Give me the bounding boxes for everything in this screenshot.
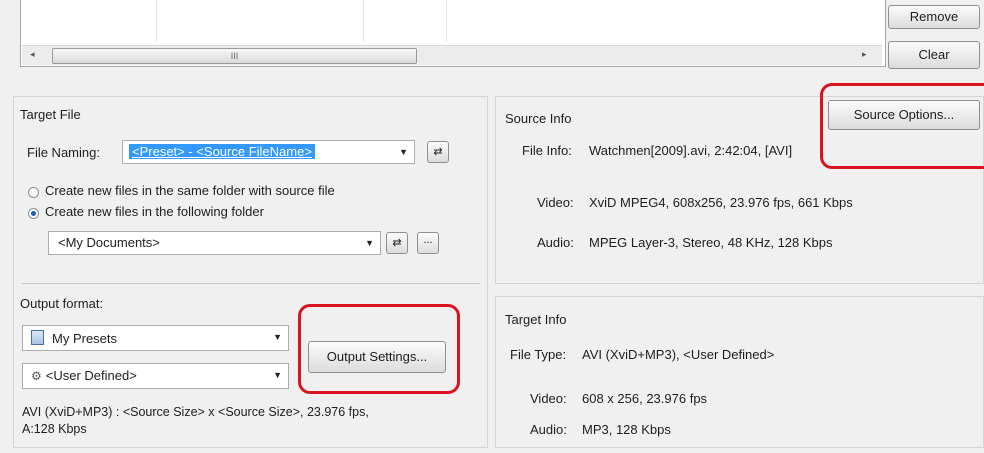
source-video-value: XviD MPEG4, 608x256, 23.976 fps, 661 Kbp… [589, 195, 853, 210]
list-column-divider [156, 0, 157, 42]
target-info-panel [495, 296, 984, 448]
file-type-value: AVI (XviD+MP3), <User Defined> [582, 347, 775, 362]
profile-icon: ⚙ [31, 369, 42, 383]
file-naming-label: File Naming: [27, 145, 100, 160]
output-summary-line1: AVI (XviD+MP3) : <Source Size> x <Source… [22, 405, 369, 419]
swap-icon[interactable]: ⇄ [427, 141, 449, 163]
radio-following-folder[interactable] [28, 208, 39, 219]
chevron-down-icon: ▼ [273, 370, 282, 380]
scroll-left-icon[interactable]: ◂ [30, 49, 35, 60]
chevron-down-icon: ▼ [273, 332, 282, 342]
radio-same-folder[interactable] [28, 187, 39, 198]
list-column-divider [446, 0, 447, 42]
target-audio-label: Audio: [530, 422, 567, 437]
target-video-label: Video: [530, 391, 567, 406]
profile-value: <User Defined> [45, 368, 137, 383]
browse-button[interactable]: ... [417, 232, 439, 254]
target-info-title: Target Info [505, 312, 567, 327]
folder-combo[interactable]: <My Documents> ▼ [48, 231, 381, 255]
source-video-label: Video: [537, 195, 574, 210]
remove-button[interactable]: Remove [888, 5, 980, 29]
clear-button[interactable]: Clear [888, 41, 980, 69]
scroll-right-icon[interactable]: ▸ [862, 49, 867, 60]
list-column-divider [363, 0, 364, 42]
source-options-button[interactable]: Source Options... [828, 100, 980, 130]
preset-value: My Presets [52, 331, 118, 346]
chevron-down-icon: ▼ [399, 147, 408, 157]
target-video-value: 608 x 256, 23.976 fps [582, 391, 708, 406]
horizontal-scrollbar[interactable]: ◂ III ▸ [22, 45, 882, 65]
target-audio-value: MP3, 128 Kbps [582, 422, 671, 437]
file-info-label: File Info: [522, 143, 572, 158]
divider [22, 283, 480, 284]
source-audio-label: Audio: [537, 235, 574, 250]
preset-combo[interactable]: My Presets ▼ [22, 325, 289, 351]
source-info-title: Source Info [505, 111, 572, 126]
presets-icon [31, 330, 44, 345]
output-format-title: Output format: [20, 296, 104, 311]
profile-combo[interactable]: ⚙ <User Defined> ▼ [22, 363, 289, 389]
file-naming-value[interactable]: <Preset> - <Source FileName> [129, 144, 315, 159]
radio-same-folder-label[interactable]: Create new files in the same folder with… [45, 183, 335, 198]
file-type-label: File Type: [510, 347, 567, 362]
file-naming-combo[interactable]: <Preset> - <Source FileName> ▼ [122, 140, 415, 164]
source-audio-value: MPEG Layer-3, Stereo, 48 KHz, 128 Kbps [589, 235, 833, 250]
swap-icon[interactable]: ⇄ [386, 232, 408, 254]
output-summary-line2: A:128 Kbps [22, 422, 87, 436]
scroll-thumb[interactable]: III [52, 48, 417, 64]
folder-value: <My Documents> [58, 235, 160, 250]
target-file-title: Target File [20, 107, 81, 122]
file-info-value: Watchmen[2009].avi, 2:42:04, [AVI] [589, 143, 793, 158]
chevron-down-icon: ▼ [365, 238, 374, 248]
output-settings-button[interactable]: Output Settings... [308, 341, 446, 373]
radio-following-folder-label[interactable]: Create new files in the following folder [45, 204, 264, 219]
